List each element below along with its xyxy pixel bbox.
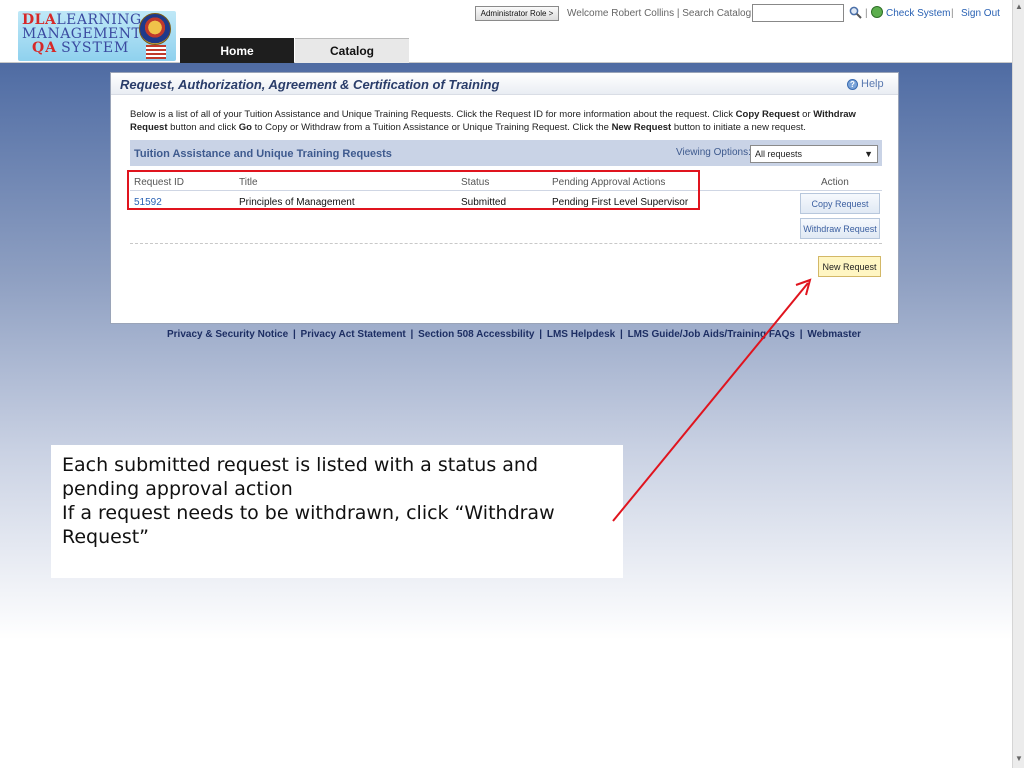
vertical-scrollbar[interactable]: ▲ ▼: [1012, 0, 1024, 768]
nav-tab-home[interactable]: Home: [180, 38, 294, 63]
welcome-text: Welcome Robert Collins | Search Catalog: [567, 8, 752, 19]
search-icon[interactable]: [849, 6, 862, 19]
withdraw-request-button[interactable]: Withdraw Request: [800, 218, 880, 239]
scroll-down-arrow-icon[interactable]: ▼: [1015, 754, 1023, 764]
footer-link-helpdesk[interactable]: LMS Helpdesk: [547, 329, 615, 340]
viewing-options-label: Viewing Options:: [676, 147, 751, 158]
callout-line-1: Each submitted request is listed with a …: [62, 454, 539, 500]
intro-copy-request: Copy Request: [735, 109, 800, 120]
chevron-down-icon: ▼: [864, 149, 873, 159]
intro-text: Below is a list of all of your Tuition A…: [130, 108, 890, 134]
footer-link-privacy-act[interactable]: Privacy Act Statement: [301, 329, 406, 340]
intro-new-request: New Request: [611, 122, 672, 133]
section-title: Tuition Assistance and Unique Training R…: [134, 148, 392, 160]
viewing-options-select[interactable]: All requests ▼: [750, 145, 878, 163]
separator: |: [951, 8, 954, 19]
copy-request-button[interactable]: Copy Request: [800, 193, 880, 214]
intro-go: Go: [238, 122, 252, 133]
search-catalog-input[interactable]: [752, 4, 844, 22]
page-title: Request, Authorization, Agreement & Cert…: [120, 77, 500, 92]
flag-icon: [146, 45, 166, 59]
callout-line-2: If a request needs to be withdrawn, clic…: [62, 502, 555, 548]
new-request-button[interactable]: New Request: [818, 256, 881, 277]
dla-lms-logo[interactable]: DLALEARNING MANAGEMENT QA SYSTEM: [18, 11, 176, 61]
check-system-icon[interactable]: [871, 6, 883, 18]
highlight-annotation-box: [127, 170, 700, 210]
intro-text-part: to Copy or Withdraw from a Tuition Assis…: [251, 122, 612, 133]
header-bar: DLALEARNING MANAGEMENT QA SYSTEM Home Cat…: [0, 0, 1012, 63]
section-header: Tuition Assistance and Unique Training R…: [130, 140, 882, 166]
panel-title-bar: Request, Authorization, Agreement & Cert…: [111, 73, 898, 95]
separator: |: [865, 8, 868, 19]
intro-text-part: button and click: [167, 122, 239, 133]
logo-system-text: SYSTEM: [61, 40, 130, 56]
divider: [130, 243, 882, 244]
viewing-options-value: All requests: [755, 149, 803, 159]
logo-qa-text: QA: [32, 40, 58, 56]
intro-text-part: button to initiate a new request.: [671, 122, 806, 133]
dla-seal-icon: [139, 13, 171, 45]
footer-link-privacy-security[interactable]: Privacy & Security Notice: [167, 329, 288, 340]
check-system-link[interactable]: Check System: [886, 8, 950, 19]
footer-link-webmaster[interactable]: Webmaster: [807, 329, 861, 340]
instruction-callout: Each submitted request is listed with a …: [51, 445, 623, 578]
help-icon[interactable]: ?: [847, 79, 858, 90]
nav-tab-catalog[interactable]: Catalog: [295, 38, 409, 63]
intro-text-part: or: [799, 109, 814, 120]
scroll-up-arrow-icon[interactable]: ▲: [1015, 2, 1023, 12]
help-link[interactable]: Help: [861, 78, 884, 90]
footer-links: Privacy & Security Notice | Privacy Act …: [167, 329, 862, 340]
administrator-role-button[interactable]: Administrator Role >: [475, 6, 559, 21]
footer-link-section-508[interactable]: Section 508 Accessbility: [418, 329, 534, 340]
footer-link-guide[interactable]: LMS Guide/Job Aids/Training FAQs: [628, 329, 795, 340]
column-header-action: Action: [821, 177, 849, 188]
sign-out-link[interactable]: Sign Out: [961, 8, 1000, 19]
intro-text-part: Below is a list of all of your Tuition A…: [130, 109, 736, 120]
